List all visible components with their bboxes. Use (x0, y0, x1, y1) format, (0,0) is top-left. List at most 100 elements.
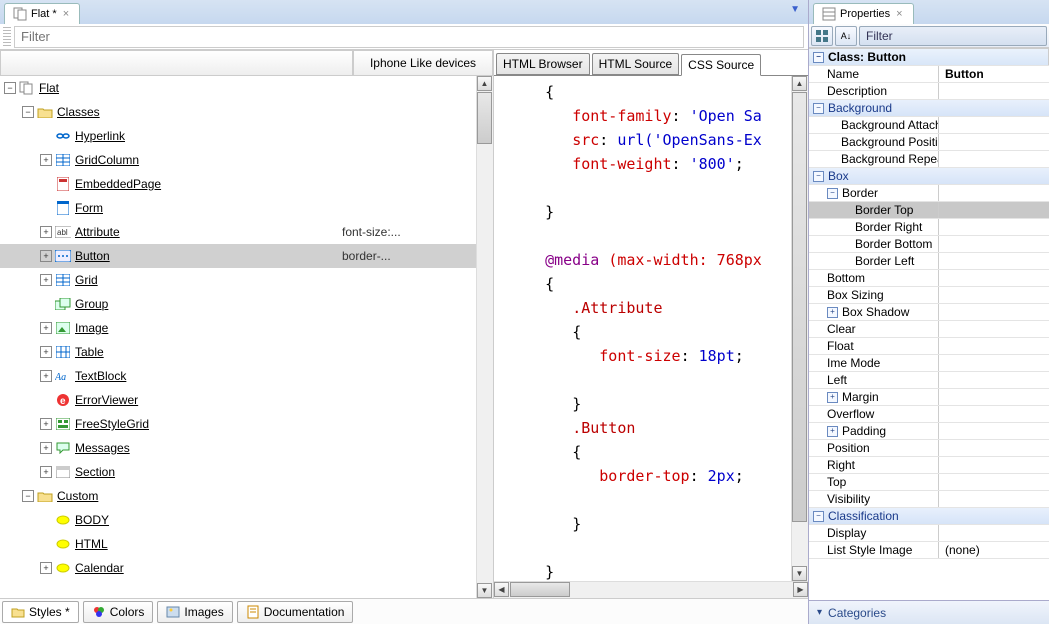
prop-value[interactable] (939, 423, 1049, 439)
prop-row-top[interactable]: Top (809, 474, 1049, 491)
tree-item-form[interactable]: Form (0, 196, 476, 220)
prop-row-clear[interactable]: Clear (809, 321, 1049, 338)
tab-css-source[interactable]: CSS Source (681, 54, 761, 76)
tree-item-gridcolumn[interactable]: +GridColumn (0, 148, 476, 172)
prop-row-display[interactable]: Display (809, 525, 1049, 542)
prop-value[interactable] (939, 355, 1049, 371)
scroll-up-button[interactable]: ▲ (792, 76, 807, 91)
tab-flat[interactable]: Flat * × (4, 3, 80, 24)
categorized-button[interactable] (811, 26, 833, 46)
prop-value[interactable] (939, 117, 1049, 133)
expander-icon[interactable]: + (827, 307, 838, 318)
scroll-left-button[interactable]: ◀ (494, 582, 509, 597)
close-icon[interactable]: × (894, 8, 904, 20)
prop-row-left[interactable]: Left (809, 372, 1049, 389)
prop-value[interactable] (939, 236, 1049, 252)
tree-item-body[interactable]: BODY (0, 508, 476, 532)
tree-item-errorviewer[interactable]: eErrorViewer (0, 388, 476, 412)
tree-item-button[interactable]: +Buttonborder-... (0, 244, 476, 268)
properties-filter[interactable]: Filter (859, 26, 1047, 46)
expander-icon[interactable]: − (813, 171, 824, 182)
prop-value[interactable] (939, 287, 1049, 303)
close-icon[interactable]: × (61, 8, 71, 20)
prop-value[interactable] (939, 219, 1049, 235)
prop-value[interactable] (939, 338, 1049, 354)
prop-row-bottom[interactable]: Bottom (809, 270, 1049, 287)
tree-item-freestylegrid[interactable]: +FreeStyleGrid (0, 412, 476, 436)
expander-icon[interactable]: + (40, 154, 52, 166)
prop-row-box[interactable]: −Box (809, 168, 1049, 185)
prop-value[interactable] (939, 440, 1049, 456)
prop-row-right[interactable]: Right (809, 457, 1049, 474)
tree-header-device[interactable]: Iphone Like devices (353, 50, 493, 76)
expander-icon[interactable]: + (827, 426, 838, 437)
prop-row-list-style-image[interactable]: List Style Image(none) (809, 542, 1049, 559)
prop-value[interactable] (939, 83, 1049, 99)
expander-icon[interactable]: − (22, 490, 34, 502)
tree-item-group[interactable]: Group (0, 292, 476, 316)
prop-value[interactable]: Button (939, 66, 1049, 82)
tree-item-hyperlink[interactable]: Hyperlink (0, 124, 476, 148)
prop-row-float[interactable]: Float (809, 338, 1049, 355)
prop-value[interactable] (939, 253, 1049, 269)
tree-item-messages[interactable]: +Messages (0, 436, 476, 460)
tab-properties[interactable]: Properties × (813, 3, 914, 24)
prop-row-padding[interactable]: +Padding (809, 423, 1049, 440)
scroll-down-button[interactable]: ▼ (477, 583, 492, 598)
expander-icon[interactable]: − (22, 106, 34, 118)
chevron-down-icon[interactable]: ▼ (790, 4, 800, 15)
expander-icon[interactable]: + (40, 322, 52, 334)
expander-icon[interactable]: + (40, 274, 52, 286)
tab-html-source[interactable]: HTML Source (592, 53, 680, 75)
tree-item-flat[interactable]: −Flat (0, 76, 476, 100)
prop-value[interactable] (939, 202, 1049, 218)
tree-header-name[interactable] (0, 50, 353, 76)
prop-row-border-right[interactable]: Border Right (809, 219, 1049, 236)
filter-input[interactable] (14, 26, 804, 48)
prop-row-border-bottom[interactable]: Border Bottom (809, 236, 1049, 253)
tree-item-calendar[interactable]: +Calendar (0, 556, 476, 580)
tree-item-custom[interactable]: −Custom (0, 484, 476, 508)
tab-colors[interactable]: Colors (83, 601, 154, 623)
prop-row-classification[interactable]: −Classification (809, 508, 1049, 525)
prop-row-ime-mode[interactable]: Ime Mode (809, 355, 1049, 372)
tree-item-table[interactable]: +Table (0, 340, 476, 364)
alphabetic-button[interactable]: A↓ (835, 26, 857, 46)
prop-value[interactable] (939, 525, 1049, 541)
tab-html-browser[interactable]: HTML Browser (496, 53, 590, 75)
expander-icon[interactable]: − (4, 82, 16, 94)
prop-row-background-attachme[interactable]: Background Attachme (809, 117, 1049, 134)
tree-body[interactable]: −Flat−ClassesHyperlink+GridColumnEmbedde… (0, 76, 476, 598)
scroll-thumb[interactable] (477, 92, 492, 144)
scroll-thumb[interactable] (792, 92, 807, 522)
tab-documentation[interactable]: Documentation (237, 601, 354, 623)
prop-value[interactable] (939, 270, 1049, 286)
expander-icon[interactable]: + (40, 226, 52, 238)
expander-icon[interactable]: + (40, 370, 52, 382)
prop-value[interactable] (939, 372, 1049, 388)
expander-icon[interactable]: − (813, 511, 824, 522)
prop-value[interactable] (939, 406, 1049, 422)
expander-icon[interactable]: + (40, 250, 52, 262)
prop-value[interactable] (939, 134, 1049, 150)
scroll-down-button[interactable]: ▼ (792, 566, 807, 581)
expander-icon[interactable]: − (827, 188, 838, 199)
prop-row-margin[interactable]: +Margin (809, 389, 1049, 406)
vertical-scrollbar[interactable]: ▲ ▼ (476, 76, 493, 598)
tab-styles[interactable]: Styles * (2, 601, 79, 623)
tree-item-classes[interactable]: −Classes (0, 100, 476, 124)
prop-row-box-shadow[interactable]: +Box Shadow (809, 304, 1049, 321)
grip-handle[interactable] (3, 27, 11, 47)
collapse-icon[interactable]: − (813, 52, 824, 63)
expander-icon[interactable]: + (40, 442, 52, 454)
prop-row-border-left[interactable]: Border Left (809, 253, 1049, 270)
prop-value[interactable] (939, 185, 1049, 201)
prop-value[interactable]: (none) (939, 542, 1049, 558)
prop-row-background-position[interactable]: Background Position (809, 134, 1049, 151)
properties-grid[interactable]: −Class: ButtonNameButtonDescription−Back… (809, 48, 1049, 600)
code-horizontal-scrollbar[interactable]: ◀ ▶ (494, 581, 808, 598)
prop-row-position[interactable]: Position (809, 440, 1049, 457)
tree-item-embeddedpage[interactable]: EmbeddedPage (0, 172, 476, 196)
prop-value[interactable] (939, 304, 1049, 320)
tree-item-section[interactable]: +Section (0, 460, 476, 484)
